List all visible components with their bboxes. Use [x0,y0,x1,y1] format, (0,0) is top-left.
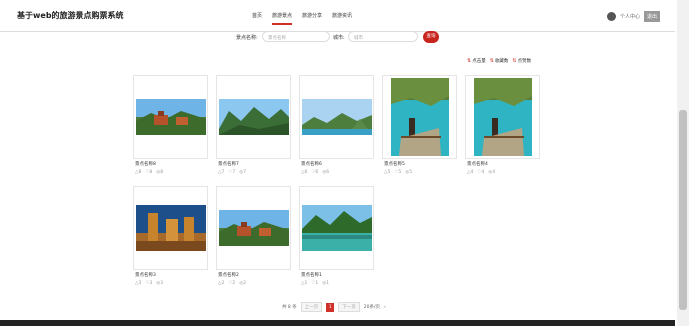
spot-name: 景点名称4 [467,162,488,167]
favorite-icon: ♡6 [311,170,319,175]
prev-page-button[interactable]: 上一页 [300,302,323,312]
bottom-bar [0,320,675,326]
spot-name: 景点名称7 [218,162,239,167]
spot-image [218,99,289,135]
next-page-button[interactable]: 下一页 [338,302,360,312]
spot-card[interactable]: 景点名称5 △5 ♡5 ◎5 [382,75,457,175]
search-bar: 景点名称: 景点名称 城市: 城市 查询 [0,31,675,43]
sort-clicks-icon: ⇅ [467,58,472,64]
sort-likes-icon: ⇅ [512,58,517,64]
like-icon: △5 [384,170,391,175]
like-icon: △4 [467,170,474,175]
like-icon: △3 [135,281,142,286]
view-icon: ◎5 [405,170,413,175]
page-size-select[interactable]: 20条/页 [364,304,380,310]
spot-card[interactable]: 景点名称1 △1 ♡1 ◎1 [299,186,374,286]
favorite-icon: ♡8 [145,170,153,175]
current-page[interactable]: 1 [326,302,335,312]
spot-card[interactable]: 景点名称7 △7 ♡7 ◎7 [216,75,291,175]
city-input[interactable]: 城市 [348,31,418,42]
user-center-link[interactable]: 个人中心 [620,13,640,20]
nav-home[interactable]: 首页 [252,12,262,25]
spot-stats: △7 ♡7 ◎7 [218,170,291,175]
like-icon: △7 [218,170,225,175]
spot-card[interactable]: 景点名称8 △8 ♡8 ◎8 [133,75,208,175]
favorite-icon: ♡2 [228,281,236,286]
like-icon: △2 [218,281,225,286]
view-icon: ◎2 [239,281,247,286]
scroll-thumb[interactable] [679,110,687,310]
spot-image [218,210,289,246]
spot-image [390,78,449,156]
spot-stats: △4 ♡4 ◎4 [467,170,540,175]
spot-stats: △5 ♡5 ◎5 [384,170,457,175]
spot-image [135,99,206,135]
spot-stats: △3 ♡3 ◎3 [135,281,208,286]
spot-image [473,78,532,156]
avatar[interactable] [607,12,616,21]
logout-button[interactable]: 退出 [644,11,661,22]
spot-stats: △8 ♡8 ◎8 [135,170,208,175]
view-icon: ◎3 [156,281,164,286]
spot-stats: △2 ♡2 ◎2 [218,281,291,286]
favorite-icon: ♡1 [311,281,319,286]
view-icon: ◎4 [488,170,496,175]
spot-name: 景点名称2 [218,273,239,278]
spot-name-label: 景点名称: [236,35,258,41]
nav-travel-share[interactable]: 旅游分享 [302,12,322,25]
scrollbar[interactable] [677,0,689,326]
spot-card[interactable]: 景点名称6 △6 ♡6 ◎6 [299,75,374,175]
spot-name: 景点名称1 [301,273,322,278]
user-area: 个人中心 退出 [607,11,661,22]
spot-image [301,99,372,135]
sort-by-likes[interactable]: ⇅ 点赞数 [512,58,531,64]
like-icon: △1 [301,281,308,286]
site-brand: 基于web的旅游景点购票系统 [17,11,124,20]
chevron-down-icon[interactable]: › [384,305,386,310]
like-icon: △6 [301,170,308,175]
nav-scenic-spots[interactable]: 旅游景点 [272,12,293,25]
spot-name: 景点名称3 [135,273,156,278]
spot-image [135,205,206,251]
pagination: 共 8 条 上一页 1 下一页 20条/页 › [282,302,386,312]
spot-name-input[interactable]: 景点名称 [262,31,330,42]
spot-stats: △6 ♡6 ◎6 [301,170,374,175]
view-icon: ◎1 [322,281,330,286]
favorite-icon: ♡4 [477,170,485,175]
view-icon: ◎7 [239,170,247,175]
view-icon: ◎6 [322,170,330,175]
search-button[interactable]: 查询 [423,31,439,43]
nav-travel-news[interactable]: 旅游资讯 [332,12,352,25]
spot-name: 景点名称5 [384,162,405,167]
city-label: 城市: [333,35,345,41]
like-icon: △8 [135,170,142,175]
page: 基于web的旅游景点购票系统 首页 旅游景点 旅游分享 旅游资讯 个人中心 退出… [0,0,689,326]
pager-total: 共 8 条 [282,305,297,310]
favorite-icon: ♡7 [228,170,236,175]
header: 基于web的旅游景点购票系统 首页 旅游景点 旅游分享 旅游资讯 个人中心 退出 [0,0,675,32]
sort-options: ⇅ 点击量 ⇅ 收藏数 ⇅ 点赞数 [467,58,531,64]
spot-name: 景点名称8 [135,162,156,167]
spot-card[interactable]: 景点名称2 △2 ♡2 ◎2 [216,186,291,286]
favorite-icon: ♡3 [145,281,153,286]
favorite-icon: ♡5 [394,170,402,175]
spot-card[interactable]: 景点名称4 △4 ♡4 ◎4 [465,75,540,175]
sort-by-clicks[interactable]: ⇅ 点击量 [467,58,486,64]
view-icon: ◎8 [156,170,164,175]
sort-by-favorites[interactable]: ⇅ 收藏数 [490,58,509,64]
main-nav: 首页 旅游景点 旅游分享 旅游资讯 [252,12,352,25]
spot-card[interactable]: 景点名称3 △3 ♡3 ◎3 [133,186,208,286]
spot-stats: △1 ♡1 ◎1 [301,281,374,286]
spot-name: 景点名称6 [301,162,322,167]
sort-favorites-icon: ⇅ [489,58,494,64]
spot-image [301,205,372,251]
